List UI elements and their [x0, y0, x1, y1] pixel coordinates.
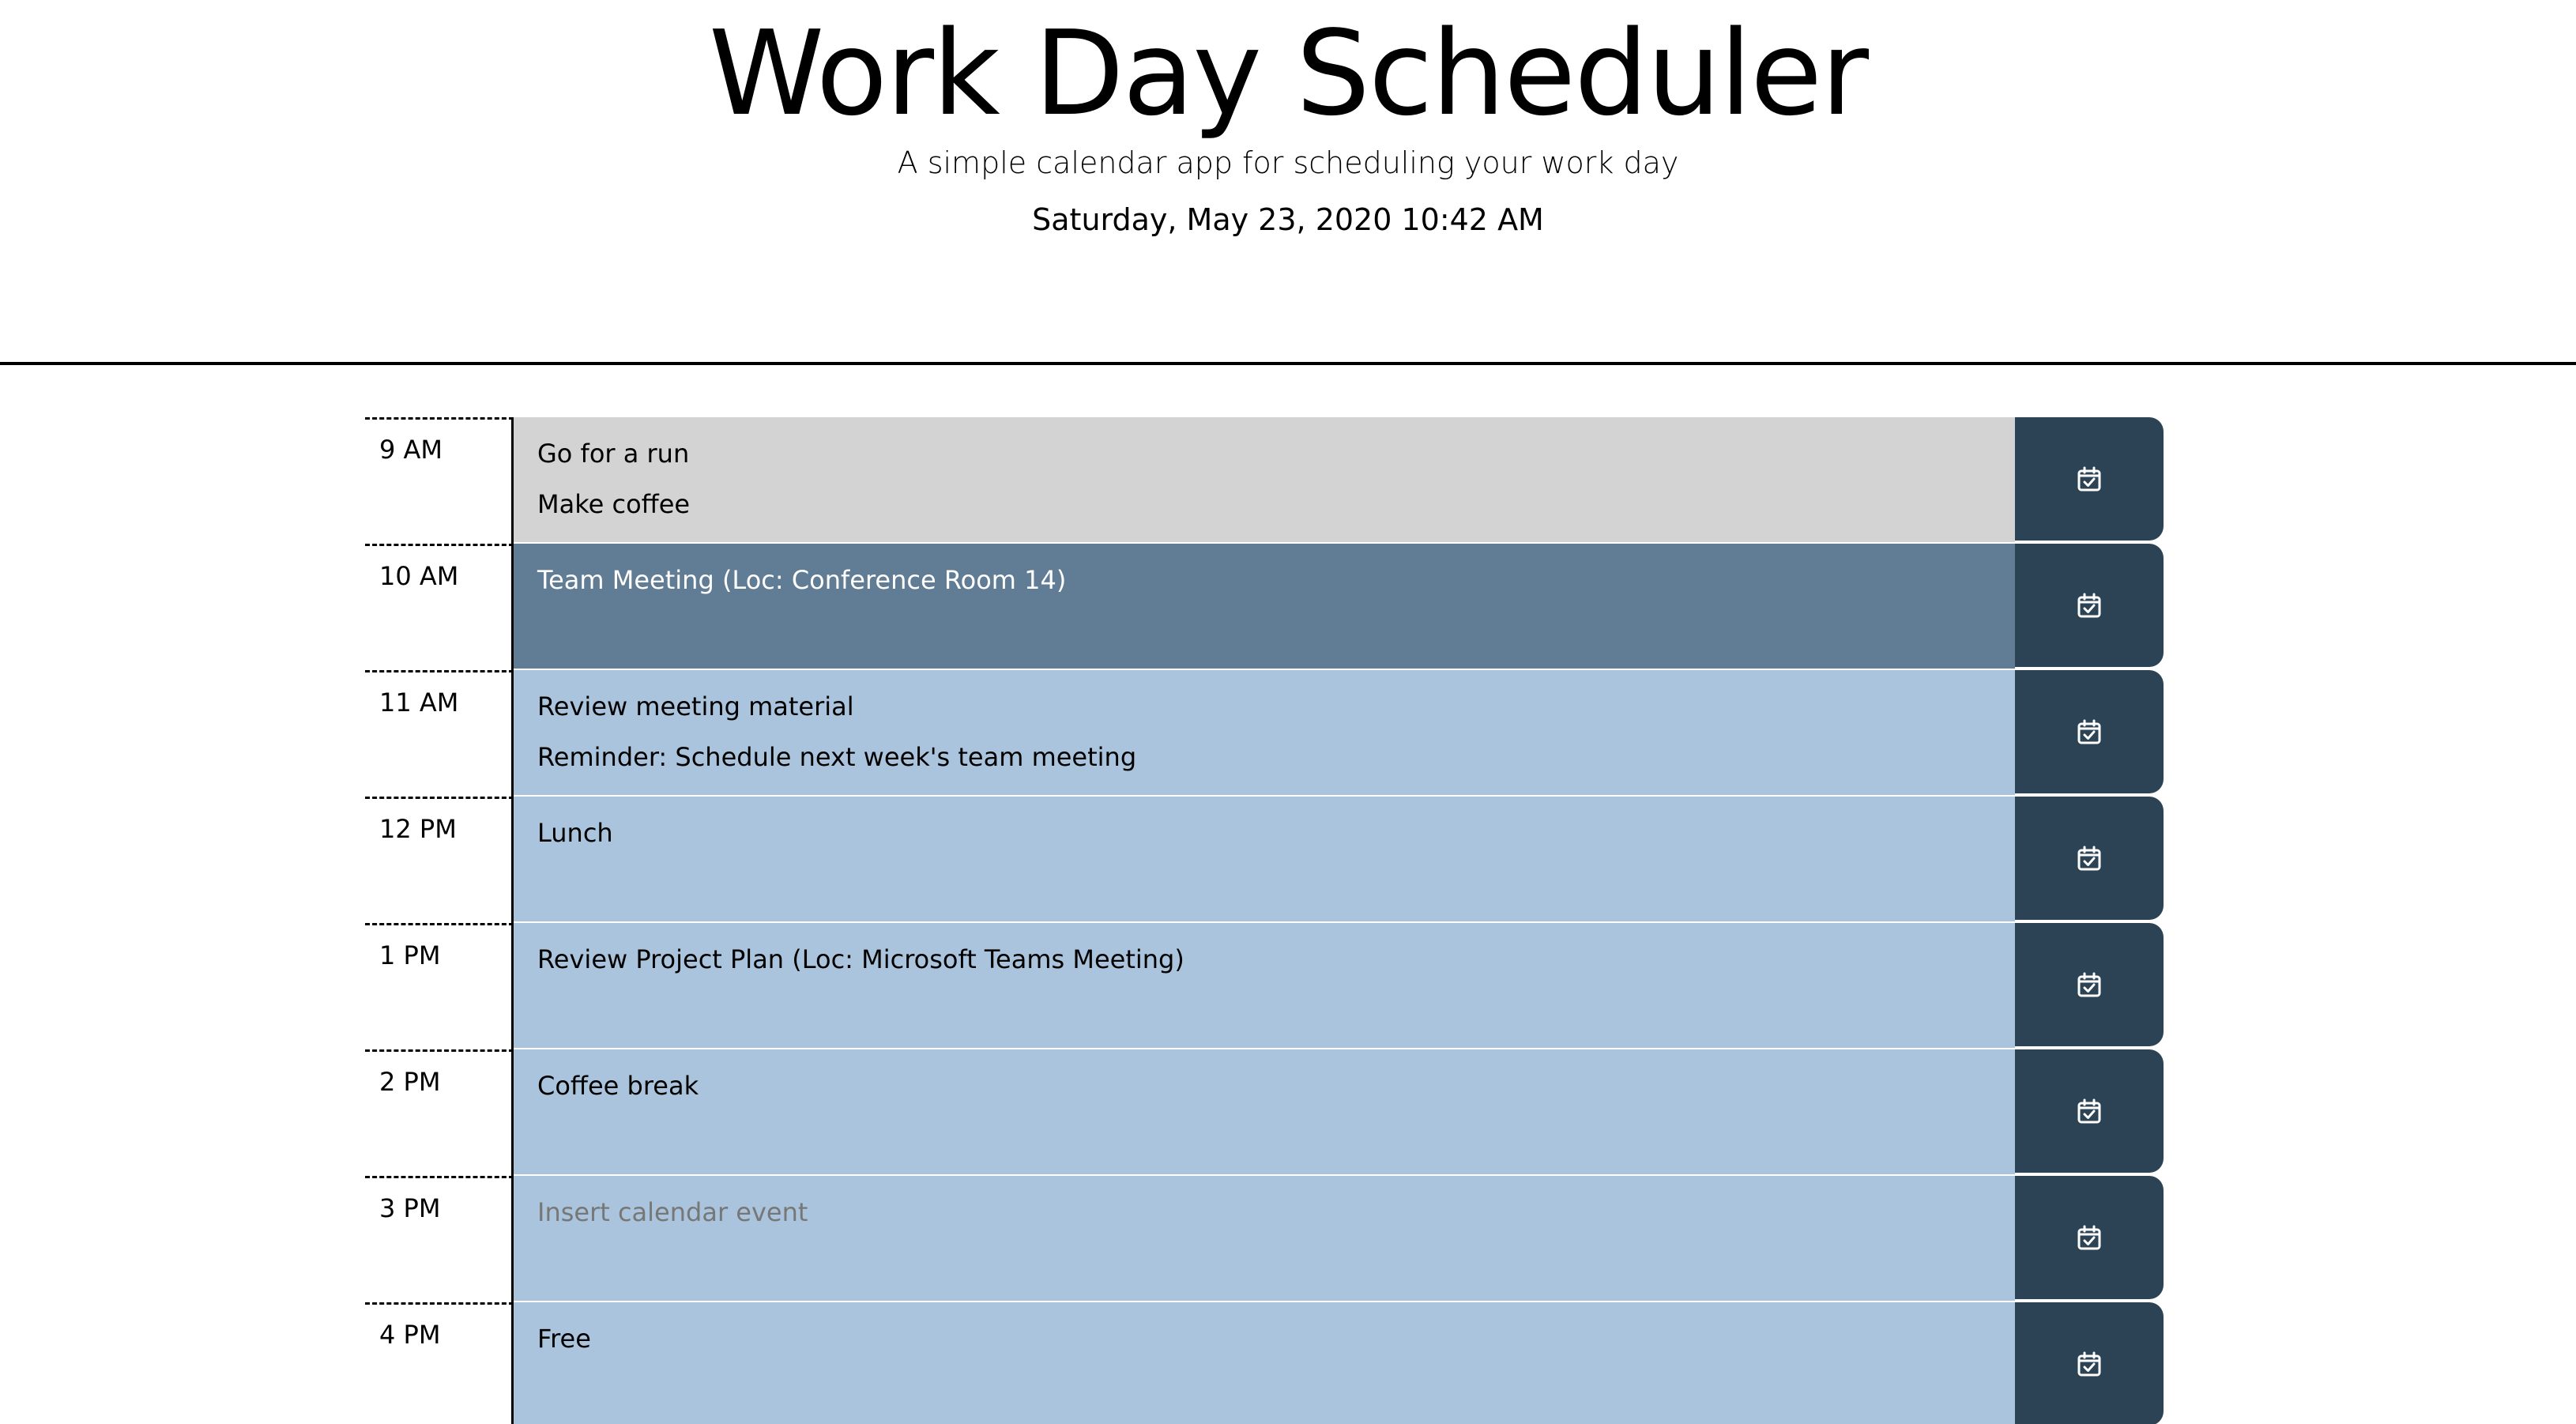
event-textarea[interactable]: Lunch	[514, 797, 2015, 923]
event-textarea[interactable]: Free	[514, 1302, 2015, 1424]
event-textarea[interactable]: Insert calendar event	[514, 1176, 2015, 1302]
event-text-line: Go for a run	[537, 439, 690, 469]
hour-label: 9 AM	[365, 417, 514, 544]
save-button[interactable]	[2015, 797, 2164, 920]
calendar-check-icon	[2077, 593, 2101, 618]
time-block-row: 9 AM Go for a run Make coffee	[365, 417, 2167, 544]
save-button[interactable]	[2015, 923, 2164, 1046]
schedule: 9 AM Go for a run Make coffee 10 AM Team Mee…	[365, 417, 2167, 1424]
hour-label: 2 PM	[365, 1049, 514, 1176]
hour-label: 4 PM	[365, 1302, 514, 1424]
hour-label: 11 AM	[365, 670, 514, 797]
save-button[interactable]	[2015, 1049, 2164, 1173]
time-block-row: 10 AM Team Meeting (Loc: Conference Room …	[365, 544, 2167, 670]
page-header: Work Day Scheduler A simple calendar app…	[0, 0, 2576, 365]
event-text-line: Free	[537, 1324, 591, 1354]
time-block-row: 2 PM Coffee break	[365, 1049, 2167, 1176]
event-textarea[interactable]: Go for a run Make coffee	[514, 417, 2015, 544]
calendar-check-icon	[2077, 719, 2101, 744]
time-block-row: 4 PM Free	[365, 1302, 2167, 1424]
time-block-row: 1 PM Review Project Plan (Loc: Microsoft …	[365, 923, 2167, 1049]
save-button[interactable]	[2015, 670, 2164, 793]
calendar-check-icon	[2077, 466, 2101, 492]
event-text-line: Reminder: Schedule next week's team meet…	[537, 742, 1137, 772]
event-placeholder: Insert calendar event	[537, 1197, 808, 1227]
calendar-check-icon	[2077, 846, 2101, 871]
event-text-line: Lunch	[537, 818, 613, 848]
hour-label: 3 PM	[365, 1176, 514, 1302]
save-button[interactable]	[2015, 1302, 2164, 1424]
page-subtitle: A simple calendar app for scheduling you…	[897, 145, 1679, 180]
event-textarea[interactable]: Team Meeting (Loc: Conference Room 14)	[514, 544, 2015, 670]
calendar-check-icon	[2077, 1351, 2101, 1377]
time-block-row: 3 PM Insert calendar event	[365, 1176, 2167, 1302]
event-textarea[interactable]: Review Project Plan (Loc: Microsoft Team…	[514, 923, 2015, 1049]
event-text-line: Review Project Plan (Loc: Microsoft Team…	[537, 944, 1184, 974]
hour-label: 12 PM	[365, 797, 514, 923]
time-block-row: 12 PM Lunch	[365, 797, 2167, 923]
event-text-line: Team Meeting (Loc: Conference Room 14)	[537, 565, 1067, 595]
calendar-check-icon	[2077, 1225, 2101, 1250]
event-text-line: Coffee break	[537, 1071, 699, 1101]
page-title: Work Day Scheduler	[708, 6, 1869, 141]
calendar-check-icon	[2077, 972, 2101, 997]
event-textarea[interactable]: Review meeting material Reminder: Schedul…	[514, 670, 2015, 797]
calendar-check-icon	[2077, 1098, 2101, 1124]
hour-label: 1 PM	[365, 923, 514, 1049]
event-text-line: Review meeting material	[537, 691, 854, 721]
event-text-line: Make coffee	[537, 489, 691, 519]
current-date: Saturday, May 23, 2020 10:42 AM	[1032, 202, 1544, 237]
time-block-row: 11 AM Review meeting material Reminder: Sc…	[365, 670, 2167, 797]
save-button[interactable]	[2015, 544, 2164, 667]
hour-label: 10 AM	[365, 544, 514, 670]
save-button[interactable]	[2015, 1176, 2164, 1299]
event-textarea[interactable]: Coffee break	[514, 1049, 2015, 1176]
save-button[interactable]	[2015, 417, 2164, 541]
